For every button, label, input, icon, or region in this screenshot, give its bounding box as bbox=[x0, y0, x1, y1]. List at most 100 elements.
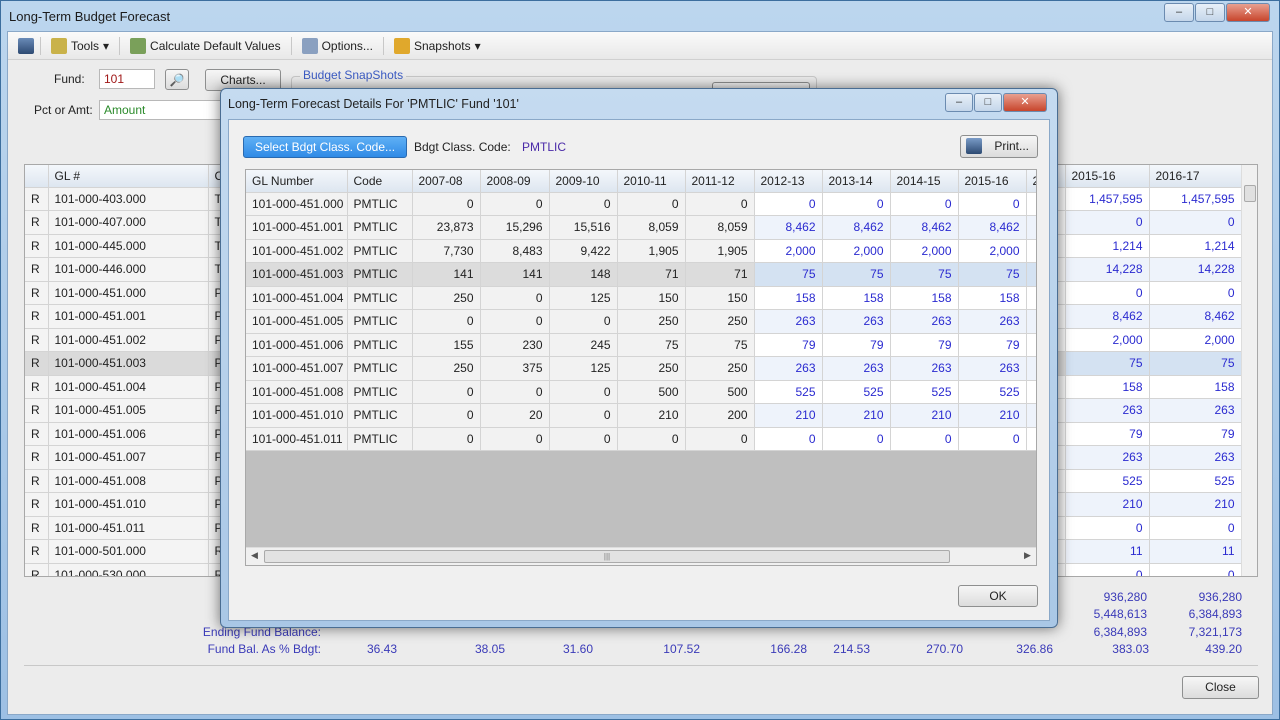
table-cell[interactable]: 0 bbox=[754, 192, 823, 216]
table-cell[interactable]: 2,000 bbox=[890, 239, 959, 263]
table-cell: 150 bbox=[685, 286, 755, 310]
table-row[interactable]: 101-000-451.004 PMTLIC 250 0 125 150 150 158 158… bbox=[246, 286, 1036, 310]
table-cell[interactable]: 525 bbox=[822, 380, 891, 404]
table-row[interactable]: 101-000-451.002 PMTLIC 7,730 8,483 9,422 1,90… bbox=[246, 239, 1036, 263]
table-row[interactable]: 101-000-451.006 PMTLIC 155 230 245 75 75 79 79 79… bbox=[246, 333, 1036, 357]
table-row[interactable]: 101-000-451.007 PMTLIC 250 375 125 250 250 263 2… bbox=[246, 356, 1036, 381]
table-cell[interactable]: 210 bbox=[958, 403, 1027, 428]
table-cell[interactable]: 0 bbox=[754, 427, 823, 451]
table-cell[interactable]: 79 bbox=[890, 333, 959, 357]
table-cell bbox=[1026, 403, 1036, 428]
table-cell[interactable]: 263 bbox=[958, 309, 1027, 334]
table-cell[interactable]: 263 bbox=[958, 356, 1027, 381]
table-cell[interactable]: 0 bbox=[958, 427, 1027, 451]
calculate-default-values-button[interactable]: Calculate Default Values bbox=[126, 36, 285, 56]
dialog-minimize-button[interactable]: ‒ bbox=[945, 93, 973, 112]
scrollbar-thumb[interactable]: ||| bbox=[264, 550, 950, 563]
column-header[interactable]: GL Number bbox=[246, 170, 348, 193]
column-header[interactable]: 2015-16 bbox=[958, 170, 1027, 193]
table-cell[interactable]: 0 bbox=[822, 192, 891, 216]
options-button[interactable]: Options... bbox=[298, 36, 377, 56]
maximize-button[interactable]: □ bbox=[1195, 3, 1225, 22]
table-cell[interactable]: 158 bbox=[958, 286, 1027, 310]
table-cell[interactable]: 263 bbox=[890, 309, 959, 334]
pct-or-amt-select[interactable]: Amount bbox=[99, 100, 229, 120]
scrollbar-thumb[interactable] bbox=[1244, 185, 1256, 202]
table-cell[interactable]: 263 bbox=[754, 356, 823, 381]
ok-button[interactable]: OK bbox=[958, 585, 1038, 607]
table-cell[interactable]: 0 bbox=[822, 427, 891, 451]
table-cell[interactable]: 525 bbox=[958, 380, 1027, 404]
snapshots-menu[interactable]: Snapshots ▾ bbox=[390, 36, 485, 56]
tools-menu[interactable]: Tools ▾ bbox=[47, 36, 113, 56]
table-cell: 101-000-451.000 bbox=[246, 192, 348, 216]
column-header[interactable]: GL # bbox=[48, 165, 209, 188]
table-cell[interactable]: 79 bbox=[822, 333, 891, 357]
table-cell[interactable]: 75 bbox=[958, 262, 1027, 287]
table-cell[interactable]: 263 bbox=[822, 356, 891, 381]
table-row[interactable]: 101-000-451.005 PMTLIC 0 0 0 250 250 263 263 263 2… bbox=[246, 309, 1036, 334]
column-header[interactable]: 2013-14 bbox=[822, 170, 891, 193]
minimize-button[interactable]: ‒ bbox=[1164, 3, 1194, 22]
table-cell[interactable]: 158 bbox=[822, 286, 891, 310]
table-cell: PMTLIC bbox=[347, 215, 413, 240]
table-cell[interactable]: 8,462 bbox=[754, 215, 823, 240]
print-button[interactable]: Print... bbox=[960, 135, 1038, 158]
table-cell[interactable]: 8,462 bbox=[890, 215, 959, 240]
table-cell[interactable]: 263 bbox=[890, 356, 959, 381]
table-cell[interactable]: 525 bbox=[754, 380, 823, 404]
wrench-icon bbox=[301, 37, 318, 54]
close-window-button[interactable]: ✕ bbox=[1226, 3, 1270, 22]
table-cell[interactable]: 8,462 bbox=[958, 215, 1027, 240]
column-header[interactable]: 2016-17 bbox=[1149, 165, 1242, 188]
table-row[interactable]: 101-000-451.011 PMTLIC 0 0 0 0 0 0 0 0 0 bbox=[246, 427, 1036, 451]
table-cell[interactable]: 75 bbox=[890, 262, 959, 287]
table-cell[interactable]: 75 bbox=[822, 262, 891, 287]
table-cell[interactable]: 0 bbox=[890, 192, 959, 216]
dialog-maximize-button[interactable]: □ bbox=[974, 93, 1002, 112]
table-cell[interactable]: 79 bbox=[958, 333, 1027, 357]
column-header[interactable]: 2007-08 bbox=[412, 170, 481, 193]
table-cell[interactable]: 210 bbox=[890, 403, 959, 428]
column-header[interactable]: 2014-15 bbox=[890, 170, 959, 193]
print-icon[interactable] bbox=[18, 37, 34, 54]
column-header[interactable]: 2 bbox=[1026, 170, 1036, 193]
table-cell[interactable]: 210 bbox=[754, 403, 823, 428]
column-header[interactable]: 2015-16 bbox=[1065, 165, 1150, 188]
table-cell[interactable]: 2,000 bbox=[822, 239, 891, 263]
dialog-close-button[interactable]: ✕ bbox=[1003, 93, 1047, 112]
column-header[interactable]: 2010-11 bbox=[617, 170, 686, 193]
fund-input[interactable]: 101 bbox=[99, 69, 155, 89]
table-cell[interactable]: 8,462 bbox=[822, 215, 891, 240]
table-cell[interactable]: 2,000 bbox=[958, 239, 1027, 263]
horizontal-scrollbar[interactable]: ◀ ||| ▶ bbox=[246, 547, 1036, 565]
table-cell[interactable]: 79 bbox=[754, 333, 823, 357]
column-header[interactable]: 2012-13 bbox=[754, 170, 823, 193]
table-cell[interactable]: 0 bbox=[890, 427, 959, 451]
table-cell[interactable]: 0 bbox=[958, 192, 1027, 216]
table-cell[interactable]: 158 bbox=[754, 286, 823, 310]
table-cell[interactable]: 263 bbox=[822, 309, 891, 334]
table-row[interactable]: 101-000-451.008 PMTLIC 0 0 0 500 500 525 525 525 5… bbox=[246, 380, 1036, 404]
table-cell[interactable]: 75 bbox=[754, 262, 823, 287]
table-cell[interactable]: 158 bbox=[890, 286, 959, 310]
table-row[interactable]: 101-000-451.000 PMTLIC 0 0 0 0 0 0 0 0 0 bbox=[246, 192, 1036, 216]
table-row[interactable]: 101-000-451.003 PMTLIC 141 141 148 71 71 75 75 75… bbox=[246, 262, 1036, 287]
column-header[interactable]: Code bbox=[347, 170, 413, 193]
select-bdgt-class-code-button[interactable]: Select Bdgt Class. Code... bbox=[243, 136, 407, 158]
table-row[interactable]: 101-000-451.010 PMTLIC 0 20 0 210 200 210 210 210… bbox=[246, 403, 1036, 428]
close-button[interactable]: Close bbox=[1182, 676, 1259, 699]
table-cell[interactable]: 210 bbox=[822, 403, 891, 428]
column-header[interactable]: 2008-09 bbox=[480, 170, 550, 193]
table-row[interactable]: 101-000-451.001 PMTLIC 23,873 15,296 15,516 8… bbox=[246, 215, 1036, 240]
table-cell[interactable]: 525 bbox=[890, 380, 959, 404]
table-cell[interactable]: 2,000 bbox=[754, 239, 823, 263]
vertical-scrollbar[interactable] bbox=[1241, 165, 1257, 576]
scroll-left-icon[interactable]: ◀ bbox=[251, 550, 258, 561]
column-header[interactable]: 2009-10 bbox=[549, 170, 618, 193]
column-header[interactable] bbox=[25, 165, 49, 188]
table-cell[interactable]: 263 bbox=[754, 309, 823, 334]
fund-search-button[interactable]: 🔎 bbox=[165, 69, 189, 90]
column-header[interactable]: 2011-12 bbox=[685, 170, 755, 193]
scroll-right-icon[interactable]: ▶ bbox=[1024, 550, 1031, 561]
